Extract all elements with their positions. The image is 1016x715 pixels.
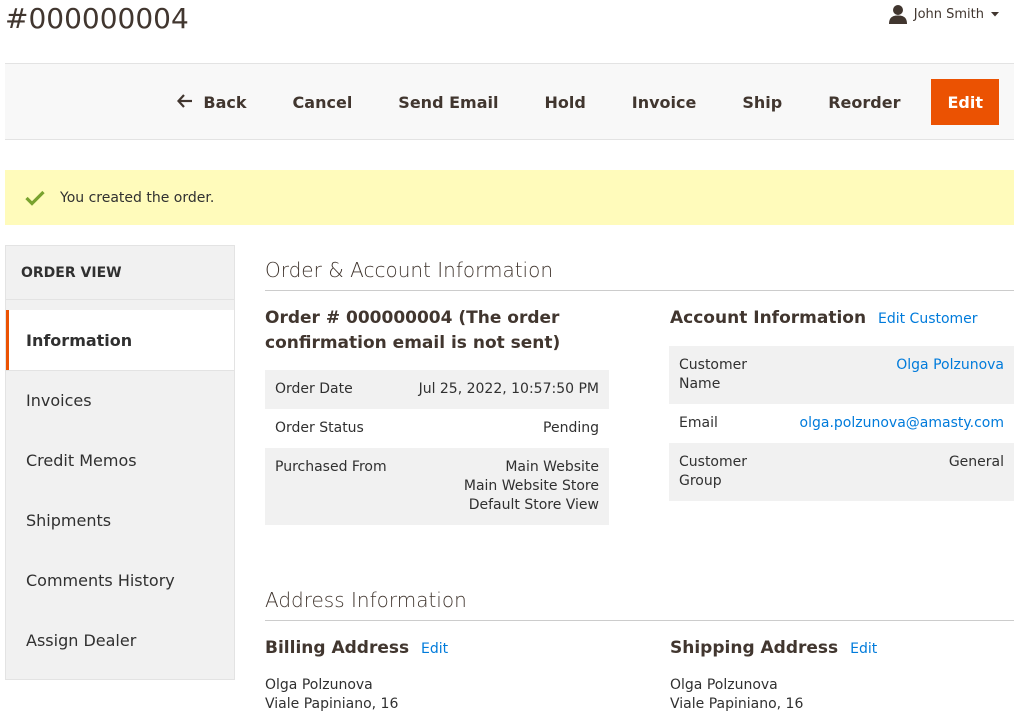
billing-address-line: Olga Polzunova [265, 677, 373, 693]
shipping-address: Olga Polzunova Viale Papiniano, 16 [670, 676, 803, 714]
order-account-section-title: Order & Account Information [265, 258, 1014, 291]
sidebar-item-label: Invoices [26, 391, 92, 410]
customer-group-label: Customer Group [679, 454, 748, 489]
order-status-value: Pending [543, 420, 599, 436]
sidebar-item-comments-history[interactable]: Comments History [6, 550, 234, 610]
customer-name-label: Customer Name [679, 357, 748, 392]
email-label: Email [679, 415, 718, 431]
send-email-button[interactable]: Send Email [375, 79, 521, 125]
page-title: #000000004 [5, 2, 189, 35]
success-message-text: You created the order. [60, 189, 215, 206]
table-row: Order Status Pending [265, 409, 609, 448]
sidebar-item-label: Credit Memos [26, 450, 137, 470]
shipping-address-title: Shipping Address [670, 638, 839, 658]
edit-shipping-address-link[interactable]: Edit [850, 641, 877, 657]
hold-button[interactable]: Hold [521, 79, 608, 125]
purchased-from-label: Purchased From [275, 459, 387, 475]
customer-name-value: Olga Polzunova [790, 346, 1014, 404]
action-buttons: Back Cancel Send Email Hold Invoice Ship… [154, 79, 999, 125]
success-message: You created the order. [5, 170, 1014, 225]
sidebar-item-assign-dealer[interactable]: Assign Dealer [6, 610, 234, 670]
user-menu[interactable]: John Smith [888, 4, 1000, 24]
customer-group-value: General [948, 454, 1004, 470]
table-row: Customer Name Olga Polzunova [669, 346, 1014, 404]
edit-billing-address-link[interactable]: Edit [421, 641, 448, 657]
back-button[interactable]: Back [154, 79, 269, 125]
order-view-sidebar: ORDER VIEW Information Invoices Credit M… [5, 245, 235, 680]
shipping-address-line: Olga Polzunova [670, 677, 778, 693]
invoice-button[interactable]: Invoice [609, 79, 720, 125]
sidebar-item-shipments[interactable]: Shipments [6, 490, 234, 550]
user-icon [888, 4, 908, 24]
purchased-from-store: Main Website Store [463, 478, 599, 494]
sidebar-item-label: Shipments [26, 510, 112, 530]
email-value: olga.polzunova@amasty.com [790, 404, 1014, 443]
billing-address: Olga Polzunova Viale Papiniano, 16 [265, 676, 398, 714]
order-date-label: Order Date [275, 381, 353, 397]
sidebar-item-credit-memos[interactable]: Credit Memos [6, 430, 234, 490]
sidebar-item-information[interactable]: Information [6, 310, 234, 370]
shipping-address-heading: Shipping Address Edit [670, 636, 877, 662]
purchased-from-website: Main Website [505, 459, 599, 475]
order-date-value: Jul 25, 2022, 10:57:50 PM [418, 381, 599, 397]
order-status-label: Order Status [275, 420, 364, 436]
user-name: John Smith [913, 6, 984, 22]
account-information-heading: Account Information Edit Customer [670, 306, 978, 332]
sidebar-item-label: Information [26, 330, 133, 350]
chevron-down-icon [990, 10, 1000, 18]
account-information-title: Account Information [670, 308, 867, 328]
address-section-title: Address Information [265, 588, 1014, 621]
sidebar-item-invoices[interactable]: Invoices [6, 370, 234, 430]
billing-address-heading: Billing Address Edit [265, 636, 448, 662]
sidebar-item-label: Comments History [26, 570, 175, 590]
order-heading-line-2: confirmation email is not sent) [265, 333, 561, 353]
edit-button[interactable]: Edit [931, 79, 999, 125]
order-heading: Order # 000000004 (The order confirmatio… [265, 306, 605, 356]
order-information-table: Order Date Jul 25, 2022, 10:57:50 PM Ord… [265, 370, 609, 525]
billing-address-title: Billing Address [265, 638, 410, 658]
table-row: Order Date Jul 25, 2022, 10:57:50 PM [265, 370, 609, 409]
sidebar-item-label: Assign Dealer [26, 630, 137, 650]
cancel-button[interactable]: Cancel [270, 79, 376, 125]
table-row: Purchased From Main Website Main Website… [265, 448, 609, 525]
table-row: Email olga.polzunova@amasty.com [669, 404, 1014, 443]
shipping-address-line: Viale Papiniano, 16 [670, 696, 804, 712]
email-link[interactable]: olga.polzunova@amasty.com [800, 415, 1004, 431]
page-actions-toolbar: Back Cancel Send Email Hold Invoice Ship… [5, 63, 1014, 140]
ship-button[interactable]: Ship [719, 79, 805, 125]
billing-address-line: Viale Papiniano, 16 [265, 696, 399, 712]
reorder-button[interactable]: Reorder [805, 79, 923, 125]
purchased-from-value: Main Website Main Website Store Default … [401, 448, 609, 525]
table-row: Customer Group General [669, 443, 1014, 501]
customer-name-link[interactable]: Olga Polzunova [896, 357, 1004, 373]
account-information-table: Customer Name Olga Polzunova Email olga.… [669, 346, 1014, 501]
order-heading-line-1: Order # 000000004 (The order [265, 308, 560, 328]
arrow-left-icon [177, 93, 193, 112]
edit-customer-link[interactable]: Edit Customer [878, 311, 978, 327]
checkmark-icon [25, 190, 45, 206]
sidebar-title: ORDER VIEW [6, 246, 234, 300]
purchased-from-store-view: Default Store View [468, 497, 599, 513]
back-button-label: Back [203, 92, 247, 112]
